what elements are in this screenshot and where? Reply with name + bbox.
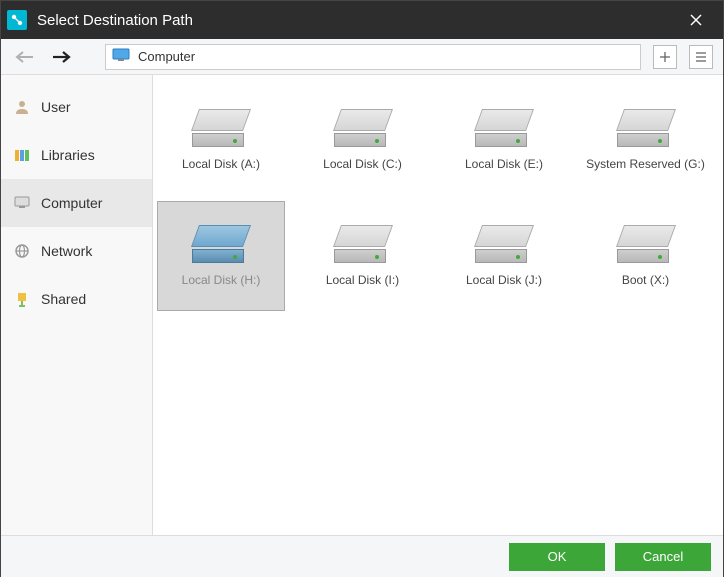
sidebar: User Libraries Computer Network Shared [1, 75, 153, 535]
sidebar-item-label: Shared [41, 291, 86, 307]
drive-label: Local Disk (A:) [182, 157, 260, 171]
back-button[interactable] [11, 45, 39, 69]
libraries-icon [13, 146, 31, 164]
footer: OK Cancel [1, 535, 723, 577]
sidebar-item-libraries[interactable]: Libraries [1, 131, 152, 179]
forward-button[interactable] [47, 45, 75, 69]
drive-label: Local Disk (H:) [182, 273, 261, 287]
disk-icon [334, 225, 392, 263]
drive-h[interactable]: Local Disk (H:) [157, 201, 285, 311]
window-title: Select Destination Path [37, 12, 677, 29]
body: User Libraries Computer Network Shared [1, 75, 723, 535]
computer-icon [13, 194, 31, 212]
path-breadcrumb[interactable]: Computer [105, 44, 641, 70]
app-icon [7, 10, 27, 30]
drive-c[interactable]: Local Disk (C:) [299, 85, 427, 195]
disk-icon [192, 109, 250, 147]
new-folder-button[interactable] [653, 45, 677, 69]
drive-label: Local Disk (C:) [323, 157, 402, 171]
disk-icon [334, 109, 392, 147]
drive-g[interactable]: System Reserved (G:) [582, 85, 710, 195]
close-button[interactable] [677, 1, 715, 39]
sidebar-item-label: User [41, 99, 71, 115]
computer-icon [112, 48, 130, 65]
disk-icon [475, 109, 533, 147]
drive-label: Boot (X:) [622, 273, 669, 287]
sidebar-item-shared[interactable]: Shared [1, 275, 152, 323]
drive-label: Local Disk (E:) [465, 157, 543, 171]
sidebar-item-label: Computer [41, 195, 102, 211]
sidebar-item-computer[interactable]: Computer [1, 179, 152, 227]
titlebar: Select Destination Path [1, 1, 723, 39]
disk-icon [617, 109, 675, 147]
content-pane: Local Disk (A:) Local Disk (C:) Local Di… [153, 75, 723, 535]
user-icon [13, 98, 31, 116]
sidebar-item-network[interactable]: Network [1, 227, 152, 275]
disk-icon [475, 225, 533, 263]
navbar: Computer [1, 39, 723, 75]
drive-e[interactable]: Local Disk (E:) [440, 85, 568, 195]
view-list-button[interactable] [689, 45, 713, 69]
ok-button[interactable]: OK [509, 543, 605, 571]
drive-label: Local Disk (J:) [466, 273, 542, 287]
drive-label: Local Disk (I:) [326, 273, 399, 287]
drive-grid: Local Disk (A:) Local Disk (C:) Local Di… [157, 85, 719, 311]
drive-i[interactable]: Local Disk (I:) [299, 201, 427, 311]
cancel-button[interactable]: Cancel [615, 543, 711, 571]
drive-x[interactable]: Boot (X:) [582, 201, 710, 311]
disk-icon [617, 225, 675, 263]
drive-j[interactable]: Local Disk (J:) [440, 201, 568, 311]
sidebar-item-user[interactable]: User [1, 83, 152, 131]
disk-icon [192, 225, 250, 263]
shared-icon [13, 290, 31, 308]
network-icon [13, 242, 31, 260]
sidebar-item-label: Network [41, 243, 92, 259]
sidebar-item-label: Libraries [41, 147, 95, 163]
drive-a[interactable]: Local Disk (A:) [157, 85, 285, 195]
drive-label: System Reserved (G:) [586, 157, 705, 171]
path-label: Computer [138, 49, 195, 64]
